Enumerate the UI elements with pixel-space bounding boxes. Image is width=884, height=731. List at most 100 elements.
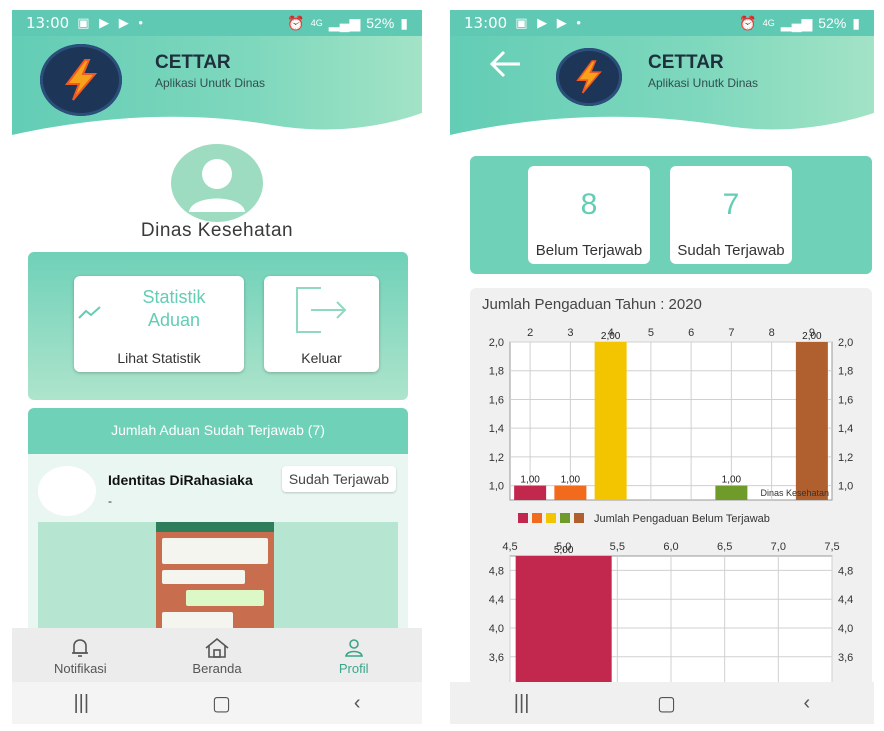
statistik-label: Lihat Statistik (117, 350, 201, 366)
statistik-tile[interactable]: Statistik Aduan Lihat Statistik (74, 276, 244, 372)
back-system-button[interactable]: ‹ (804, 692, 811, 715)
complaints-bar-chart: 2 3 4 5 6 7 8 92,0 2,01,8 1,81,6 1,61,4 1,41,2 1,21,… (489, 327, 854, 525)
user-icon (189, 159, 245, 212)
y-tick-label-left: 1,8 (489, 366, 504, 378)
stats-summary-card: 8 Belum Terjawab 7 Sudah Terjawab (470, 156, 872, 274)
y-tick-label-right: 1,6 (838, 394, 853, 406)
arrow-left-icon (489, 50, 520, 78)
app-header: CETTAR Aplikasi Unutk Dinas (450, 36, 874, 147)
home-system-button[interactable]: ▢ (657, 691, 676, 716)
unanswered-stat-box[interactable]: 8 Belum Terjawab (528, 166, 650, 264)
answered-list-card: Jumlah Aduan Sudah Terjawab (7) Identita… (28, 408, 408, 640)
back-arrow-icon[interactable] (488, 50, 522, 86)
network-type: 4G (762, 18, 775, 28)
x-tick-label: 4,5 (502, 541, 517, 553)
y-tick-label-right: 1,4 (838, 423, 853, 435)
post-attachment-image[interactable] (38, 522, 398, 640)
x-tick-label: 5,5 (610, 541, 625, 553)
chat-screenshot-image (156, 522, 274, 640)
app-subtitle: Aplikasi Unutk Dinas (648, 76, 759, 90)
bar-value-label: 1,00 (561, 475, 581, 486)
nav-profil[interactable]: Profil (285, 637, 422, 676)
bar-value-label: 2,00 (601, 331, 621, 342)
answered-list-item[interactable]: Identitas DiRahasiaka - Sudah Terjawab (28, 454, 408, 640)
y-tick-label-left: 2,0 (489, 337, 504, 349)
y-tick-label-right: 1,2 (838, 452, 853, 464)
x-tick-label: 6,5 (717, 541, 732, 553)
bar (554, 485, 587, 500)
chat-header-bar (156, 522, 274, 532)
y-tick-label-right: 1,8 (838, 366, 853, 378)
chart-panel: Jumlah Pengaduan Tahun : 2020 2 3 4 5 6 7 8 9 2,… (470, 288, 872, 696)
x-tick-label: 7,5 (824, 541, 839, 553)
answered-count: 7 (722, 188, 740, 221)
nav-beranda[interactable]: Beranda (149, 637, 286, 676)
y-tick-label-left: 3,6 (489, 652, 504, 664)
bar (715, 485, 748, 500)
status-time: 13:00 (464, 14, 508, 32)
legend-swatch (518, 513, 528, 523)
notification-icons: ▣ ▶ ▶ • (515, 15, 584, 30)
post-subtitle: - (108, 494, 112, 508)
app-title: CETTAR (648, 52, 724, 73)
bottom-navigation: Notifikasi Beranda Profil (12, 628, 422, 684)
bar-value-label: 1,00 (520, 475, 540, 486)
status-right: ⏰ 4G ▂▄▆ 52% ▮ (287, 15, 408, 32)
notification-icons: ▣ ▶ ▶ • (77, 15, 146, 30)
bar (514, 485, 547, 500)
unanswered-count: 8 (580, 188, 598, 221)
recent-apps-button[interactable]: ||| (73, 692, 89, 715)
recent-apps-button[interactable]: ||| (514, 692, 530, 715)
status-bar: 13:00 ▣ ▶ ▶ • ⏰ 4G ▂▄▆ 52% ▮ (12, 10, 422, 36)
y-tick-label-right: 4,0 (838, 623, 853, 635)
lightning-icon (65, 59, 98, 101)
legend-swatch (546, 513, 556, 523)
status-bar: 13:00 ▣ ▶ ▶ • ⏰ 4G ▂▄▆ 52% ▮ (450, 10, 874, 36)
y-tick-label-right: 4,4 (838, 594, 853, 606)
signal-icon: ▂▄▆ (780, 14, 813, 31)
system-navigation-bar: ||| ▢ ‹ (12, 682, 422, 724)
nav-beranda-label: Beranda (192, 660, 242, 676)
x-tick-label: 7,0 (771, 541, 786, 553)
post-avatar (38, 466, 96, 516)
home-system-button[interactable]: ▢ (212, 691, 231, 716)
app-header: CETTAR Aplikasi Unutk Dinas (12, 36, 422, 147)
status-right: ⏰ 4G ▂▄▆ 52% ▮ (739, 15, 860, 32)
lightning-icon (576, 60, 602, 94)
bar (515, 556, 612, 696)
complaints-bar-chart-2: 4,5 5,0 5,5 6,0 6,5 7,0 7,54,8 4,84,4 4,44,0 4,03… (489, 541, 853, 696)
nav-notifikasi[interactable]: Notifikasi (12, 637, 149, 676)
logout-icon (296, 287, 347, 333)
chart-title: Jumlah Pengaduan Tahun : 2020 (482, 296, 702, 313)
bar (795, 342, 828, 500)
x-tick-label: 3 (567, 327, 573, 339)
post-author: Identitas DiRahasiaka (108, 472, 253, 488)
battery-percent: 52% (366, 15, 395, 31)
x-tick-label: 7 (728, 327, 734, 339)
back-system-button[interactable]: ‹ (354, 692, 361, 715)
header-wave (12, 113, 422, 147)
x-tick-label: 8 (769, 327, 775, 339)
y-tick-label-left: 4,4 (489, 594, 504, 606)
logout-tile[interactable]: Keluar (264, 276, 379, 372)
alarm-icon: ⏰ (739, 14, 757, 31)
x-tick-label: 6,0 (663, 541, 678, 553)
statistik-title-line2: Aduan (147, 310, 201, 330)
y-tick-label-right: 1,0 (838, 481, 853, 493)
signal-icon: ▂▄▆ (328, 14, 361, 31)
home-icon (205, 637, 229, 658)
chart-corner-label: Dinas Kesehatan (760, 488, 829, 498)
y-tick-label-left: 1,6 (489, 394, 504, 406)
y-tick-label-right: 3,6 (838, 652, 853, 664)
statistics-screen: 13:00 ▣ ▶ ▶ • ⏰ 4G ▂▄▆ 52% ▮ CETTAR Apli… (450, 10, 874, 724)
y-tick-label-left: 1,0 (489, 481, 504, 493)
alarm-icon: ⏰ (287, 14, 305, 31)
chat-bubble (186, 590, 264, 606)
y-tick-label-left: 1,2 (489, 452, 504, 464)
battery-icon: ▮ (400, 14, 408, 31)
answered-label: Sudah Terjawab (677, 242, 785, 259)
profile-name: Dinas Kesehatan (140, 220, 294, 241)
x-tick-label: 2 (527, 327, 533, 339)
statistik-title-line1: Statistik (142, 287, 206, 307)
answered-stat-box[interactable]: 7 Sudah Terjawab (670, 166, 792, 264)
